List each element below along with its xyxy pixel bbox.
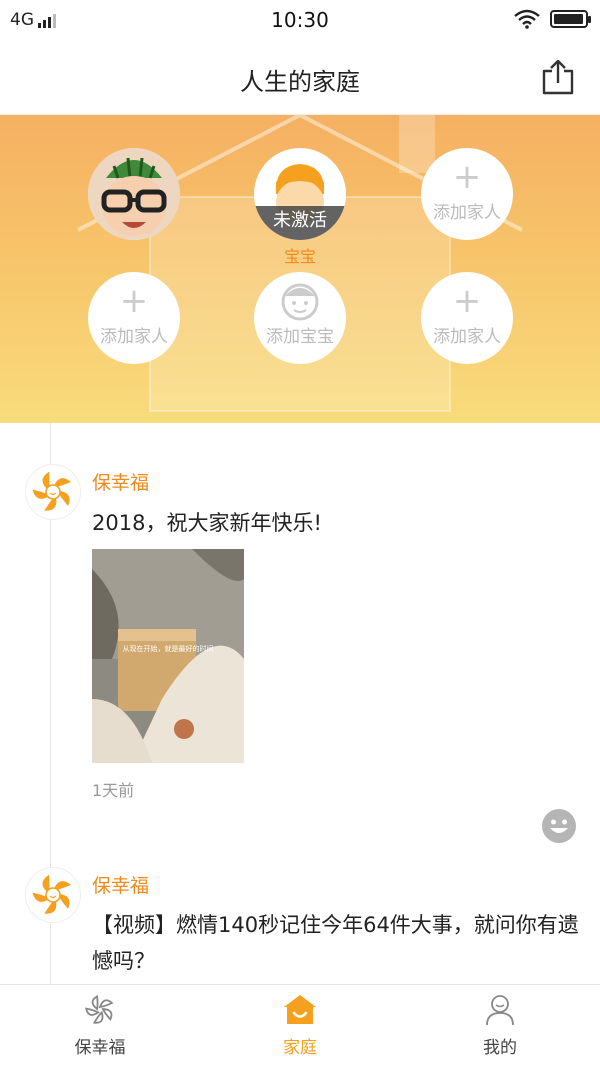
add-label: 添加家人 bbox=[100, 327, 168, 347]
pinwheel-icon bbox=[85, 994, 114, 1024]
author-avatar[interactable] bbox=[25, 867, 81, 923]
add-family-button[interactable]: + 添加家人 bbox=[421, 272, 513, 364]
baby-photo-avatar bbox=[88, 148, 180, 240]
add-family-button[interactable]: + 添加家人 bbox=[421, 148, 513, 240]
battery-level bbox=[554, 14, 583, 24]
family-header: 未激活 宝宝 + 添加家人 + 添加家人 添加宝宝 + 添加家人 bbox=[0, 115, 600, 423]
tab-label: 家庭 bbox=[283, 1038, 317, 1058]
family-member-avatar[interactable] bbox=[88, 148, 180, 240]
plus-icon: + bbox=[452, 281, 482, 321]
tab-mine[interactable]: 我的 bbox=[400, 985, 600, 1067]
plus-icon: + bbox=[452, 157, 482, 197]
status-icons bbox=[514, 9, 591, 29]
pinwheel-icon bbox=[32, 874, 71, 914]
post-time: 1天前 bbox=[92, 781, 135, 800]
author-avatar[interactable] bbox=[25, 464, 81, 520]
image-caption: 从现在开始，就是最好的时间 bbox=[123, 644, 214, 653]
status-bar: 4G 10:30 bbox=[0, 0, 600, 40]
family-member-avatar[interactable]: 未激活 bbox=[254, 148, 346, 240]
add-family-button[interactable]: + 添加家人 bbox=[88, 272, 180, 364]
emoji-icon[interactable] bbox=[542, 809, 576, 843]
inactive-badge: 未激活 bbox=[254, 206, 346, 240]
mug-photo: 从现在开始，就是最好的时间 bbox=[92, 549, 244, 763]
plus-icon: + bbox=[119, 281, 149, 321]
user-icon bbox=[486, 995, 514, 1026]
battery-icon bbox=[550, 10, 591, 28]
post-author[interactable]: 保幸福 bbox=[92, 468, 149, 495]
add-baby-button[interactable]: 添加宝宝 bbox=[254, 272, 346, 364]
tab-label: 保幸福 bbox=[74, 1038, 126, 1058]
post-image[interactable]: 从现在开始，就是最好的时间 bbox=[92, 549, 244, 763]
post-text: 2018，祝大家新年快乐! bbox=[92, 511, 322, 535]
add-label: 添加家人 bbox=[433, 203, 501, 223]
baby-face-icon bbox=[281, 283, 319, 321]
home-icon bbox=[284, 995, 316, 1024]
post-author[interactable]: 保幸福 bbox=[92, 871, 149, 898]
wifi-icon bbox=[514, 9, 540, 29]
add-label: 添加家人 bbox=[433, 327, 501, 347]
pinwheel-icon bbox=[32, 471, 71, 511]
tab-label: 我的 bbox=[483, 1038, 517, 1058]
tab-bar: 保幸福 家庭 我的 bbox=[0, 984, 600, 1067]
add-label: 添加宝宝 bbox=[266, 327, 334, 347]
clock: 10:30 bbox=[271, 8, 329, 32]
post-text[interactable]: 【视频】燃情140秒记住今年64件大事，就问你有遗憾吗？ bbox=[92, 907, 582, 979]
tab-family[interactable]: 家庭 bbox=[200, 985, 400, 1067]
share-icon[interactable] bbox=[540, 58, 576, 96]
tab-baoxingfu[interactable]: 保幸福 bbox=[0, 985, 200, 1067]
member-name: 宝宝 bbox=[283, 247, 316, 266]
feed[interactable]: 保幸福 2018，祝大家新年快乐! 从现在开始，就是最好的时间 1天前 保幸福 … bbox=[0, 423, 600, 984]
nav-bar: 人生的家庭 bbox=[0, 40, 600, 115]
page-title: 人生的家庭 bbox=[240, 68, 360, 96]
